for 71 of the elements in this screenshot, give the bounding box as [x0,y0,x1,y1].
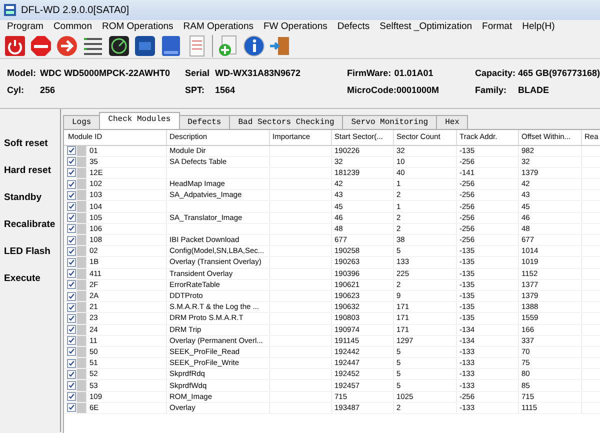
tab[interactable]: Servo Monitoring [342,115,438,129]
checkbox[interactable] [67,280,75,290]
exit-door-icon[interactable] [269,34,291,56]
menu-item[interactable]: Selftest _Optimization [374,20,478,33]
checkbox[interactable] [67,246,75,256]
checkbox[interactable] [67,258,75,267]
tab[interactable]: Check Modules [99,112,180,129]
add-document-icon[interactable] [217,34,239,56]
radar-icon[interactable] [108,34,130,56]
sidebar-button[interactable]: Execute [4,271,60,287]
menu-item[interactable]: Defects [332,20,375,33]
field-label: Family: [475,84,508,97]
field-value: 465 GB(976773168) [518,68,600,78]
checkbox[interactable] [67,392,75,402]
checkbox[interactable] [67,168,75,178]
field-label: Serial [185,67,211,80]
checkbox[interactable] [67,381,75,390]
checkbox[interactable] [67,370,75,379]
stop-icon[interactable] [30,34,52,56]
menu-item[interactable]: ROM Operations [96,20,178,33]
app-icon [4,4,16,16]
checkbox[interactable] [67,236,75,245]
menu-item[interactable]: FW Operations [258,20,332,33]
checkbox[interactable] [67,336,75,346]
checkbox[interactable] [67,146,75,156]
memory-icon[interactable] [160,34,182,56]
tab[interactable]: Defects [178,115,230,129]
checkbox[interactable] [67,190,75,200]
field-label: SPT: [185,84,206,97]
window-title: DFL-WD 2.9.0.0[SATA0] [21,4,129,18]
checkbox[interactable] [67,403,75,412]
tab[interactable]: Logs [63,115,100,129]
menu-item[interactable]: RAM Operations [178,20,258,33]
field-label: Model: [7,67,37,80]
checkbox[interactable] [67,292,75,301]
checkbox[interactable] [67,180,75,189]
field-value: 1564 [215,85,236,95]
checkbox[interactable] [67,347,75,356]
info-icon[interactable] [243,34,265,56]
field-value: 256 [40,85,56,95]
field-value: WDC WD5000MPCK-22AWHT0 [40,68,170,78]
checkbox[interactable] [67,224,75,234]
checkbox[interactable] [67,358,75,368]
chip-icon[interactable] [134,34,156,56]
sidebar-button[interactable]: LED Flash [4,244,60,260]
field-label: FirmWare: [347,67,392,80]
sidebar-button[interactable]: Soft reset [4,136,60,152]
field-label: Cyl: [7,84,26,97]
checkbox[interactable] [67,202,75,212]
sidebar-button[interactable]: Hard reset [4,163,60,179]
field-value: BLADE [518,85,549,95]
checkbox[interactable] [67,302,75,312]
sidebar-button[interactable]: Recalibrate [4,217,60,233]
menu-item[interactable]: Program [2,20,48,33]
field-value: 0001000M [396,85,440,95]
sidebar-button[interactable]: Standby [4,190,60,206]
checkbox[interactable] [67,314,75,323]
checkbox[interactable] [67,157,75,166]
menu-item[interactable]: Common [48,20,97,33]
checkbox[interactable] [67,325,75,334]
field-label: MicroCode: [347,84,396,97]
checkbox[interactable] [67,269,75,278]
tab[interactable]: Hex [436,115,468,129]
tab[interactable]: Bad Sectors Checking [229,115,344,129]
menu-item[interactable]: Format [477,20,518,33]
field-label: Capacity: [475,67,517,80]
field-value: WD-WX31A83N9672 [215,68,301,78]
field-value: 01.01A01 [394,68,434,78]
power-icon[interactable] [4,34,26,56]
menu-item[interactable]: Help(H) [517,20,560,33]
checkbox[interactable] [67,213,75,222]
